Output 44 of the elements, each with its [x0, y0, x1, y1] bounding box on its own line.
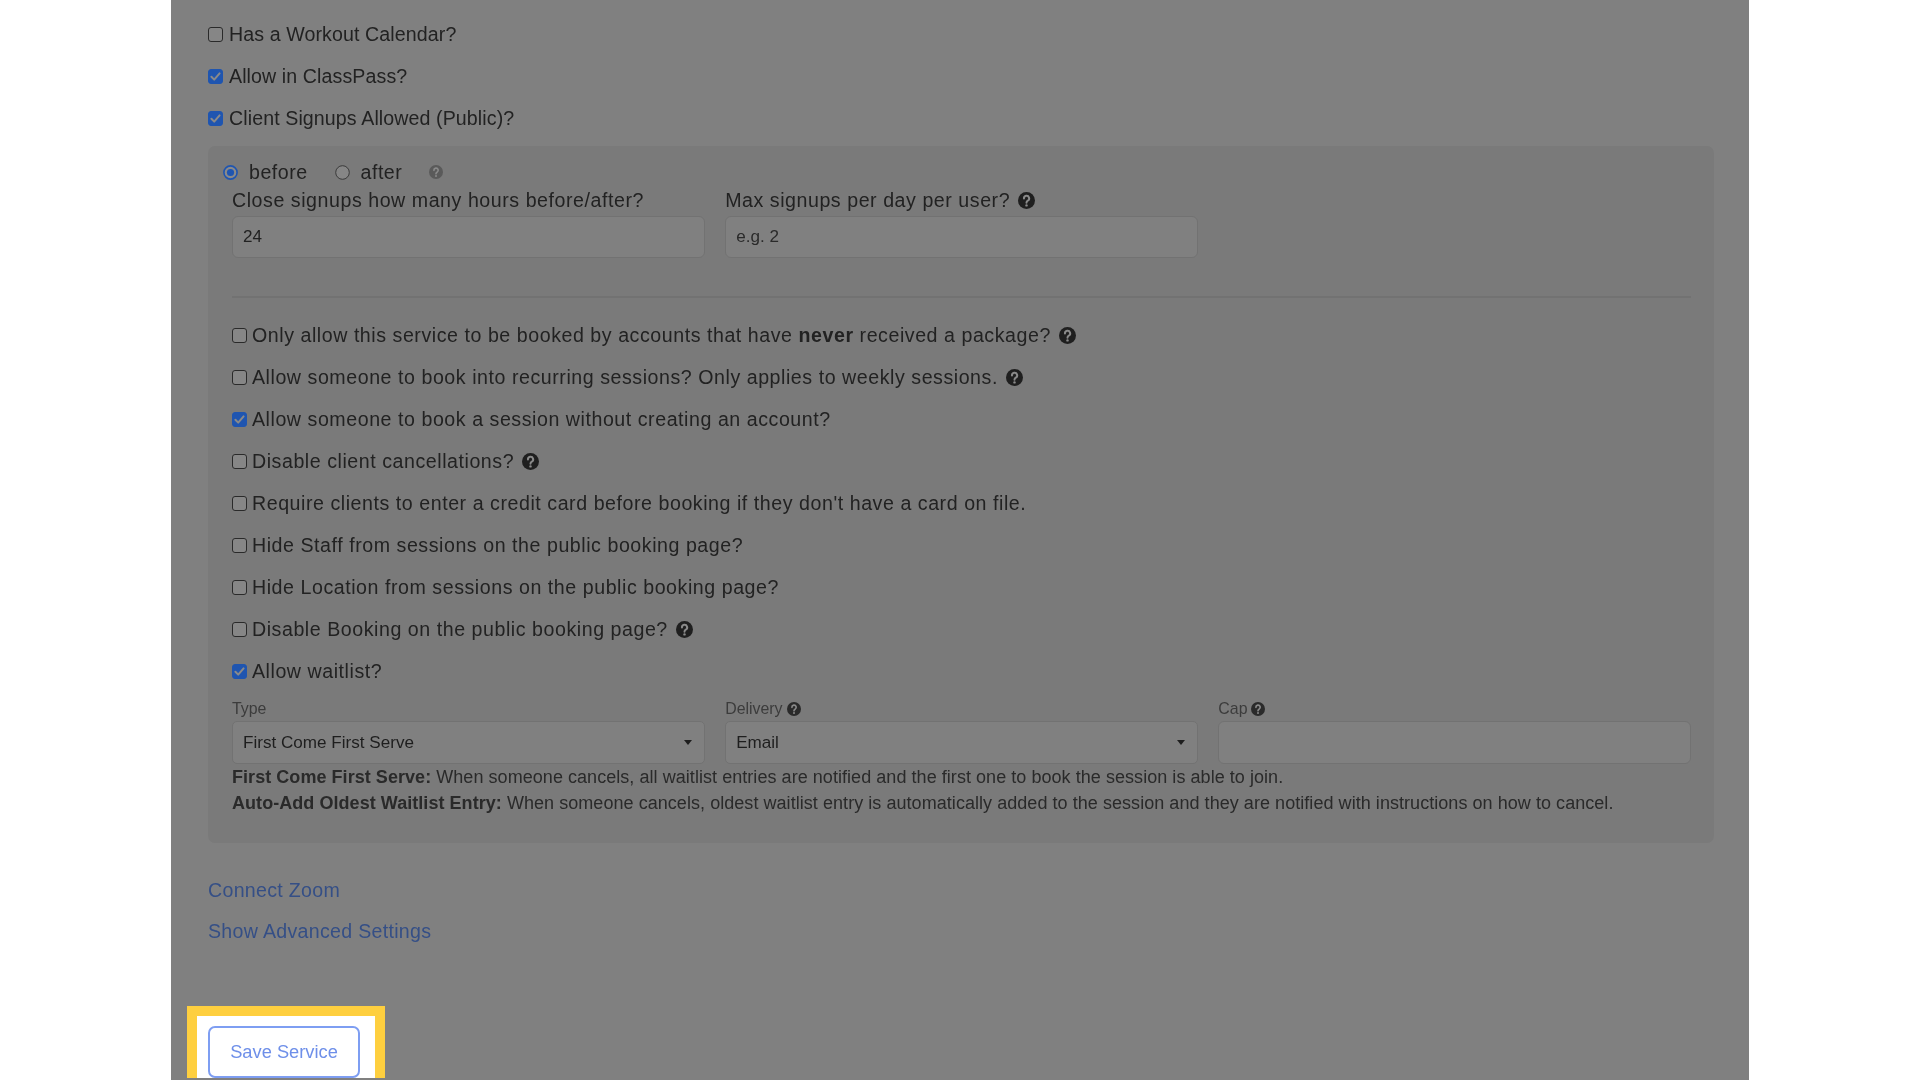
checkbox-label: Hide Location from sessions on the public booking page? [252, 575, 779, 600]
field-label: Type [232, 699, 267, 719]
checkbox[interactable] [232, 663, 247, 679]
checkbox[interactable] [232, 621, 247, 637]
text-input[interactable]: 24 [232, 216, 705, 258]
checkbox-label: Disable client cancellations? [252, 449, 515, 474]
checkbox-label: Has a Workout Calendar? [229, 22, 457, 47]
radio-label: before [249, 160, 308, 184]
field-label: Max signups per day per user? [725, 188, 1011, 213]
radio-button[interactable] [334, 164, 350, 180]
checkbox-label: Only allow this service to be booked by accounts that have never received a package? [252, 323, 1051, 348]
text-input[interactable]: e.g. 2 [725, 216, 1198, 258]
help-text: First Come First Serve: When someone cancels, all waitlist entries are notified and the first one to book the session is able to join. [232, 766, 1284, 789]
field-label: Cap [1218, 699, 1248, 719]
dropdown[interactable]: Email [725, 721, 1198, 764]
checkbox[interactable] [232, 369, 247, 385]
checkbox-label: Allow someone to book a session without creating an account? [252, 407, 831, 432]
checkbox[interactable] [232, 327, 247, 343]
save-button[interactable]: Save Service [208, 1026, 360, 1078]
checkbox[interactable] [208, 68, 223, 84]
text-link[interactable]: Show Advanced Settings [208, 917, 432, 945]
checkbox-label: Require clients to enter a credit card before booking if they don't have a card on file. [252, 491, 1027, 516]
checkbox[interactable] [232, 453, 247, 469]
checkbox[interactable] [232, 537, 247, 553]
caret-icon [683, 740, 692, 745]
checkbox[interactable] [232, 495, 247, 511]
checkbox[interactable] [208, 26, 223, 42]
help-text: Auto-Add Oldest Waitlist Entry: When someone cancels, oldest waitlist entry is automatically added to the session and they are notified with instructions on how to cancel. [232, 792, 1614, 815]
checkbox-label: Allow waitlist? [252, 659, 383, 684]
checkbox-label: Client Signups Allowed (Public)? [229, 106, 515, 131]
checkbox-label: Allow in ClassPass? [229, 64, 408, 89]
text-link[interactable]: Connect Zoom [208, 876, 341, 904]
field-label: Delivery [725, 699, 783, 719]
checkbox-label: Allow someone to book into recurring sessions? Only applies to weekly sessions. [252, 365, 998, 390]
dropdown[interactable]: First Come First Serve [232, 721, 705, 764]
checkbox-label: Hide Staff from sessions on the public booking page? [252, 533, 744, 558]
caret-icon [1176, 740, 1185, 745]
radio-label: after [360, 160, 403, 184]
checkbox[interactable] [232, 411, 247, 427]
checkbox[interactable] [208, 110, 223, 126]
checkbox-label: Disable Booking on the public booking page? [252, 617, 668, 642]
radio-button[interactable] [223, 164, 238, 180]
field-label: Close signups how many hours before/after? [232, 188, 644, 213]
checkbox[interactable] [232, 579, 247, 595]
